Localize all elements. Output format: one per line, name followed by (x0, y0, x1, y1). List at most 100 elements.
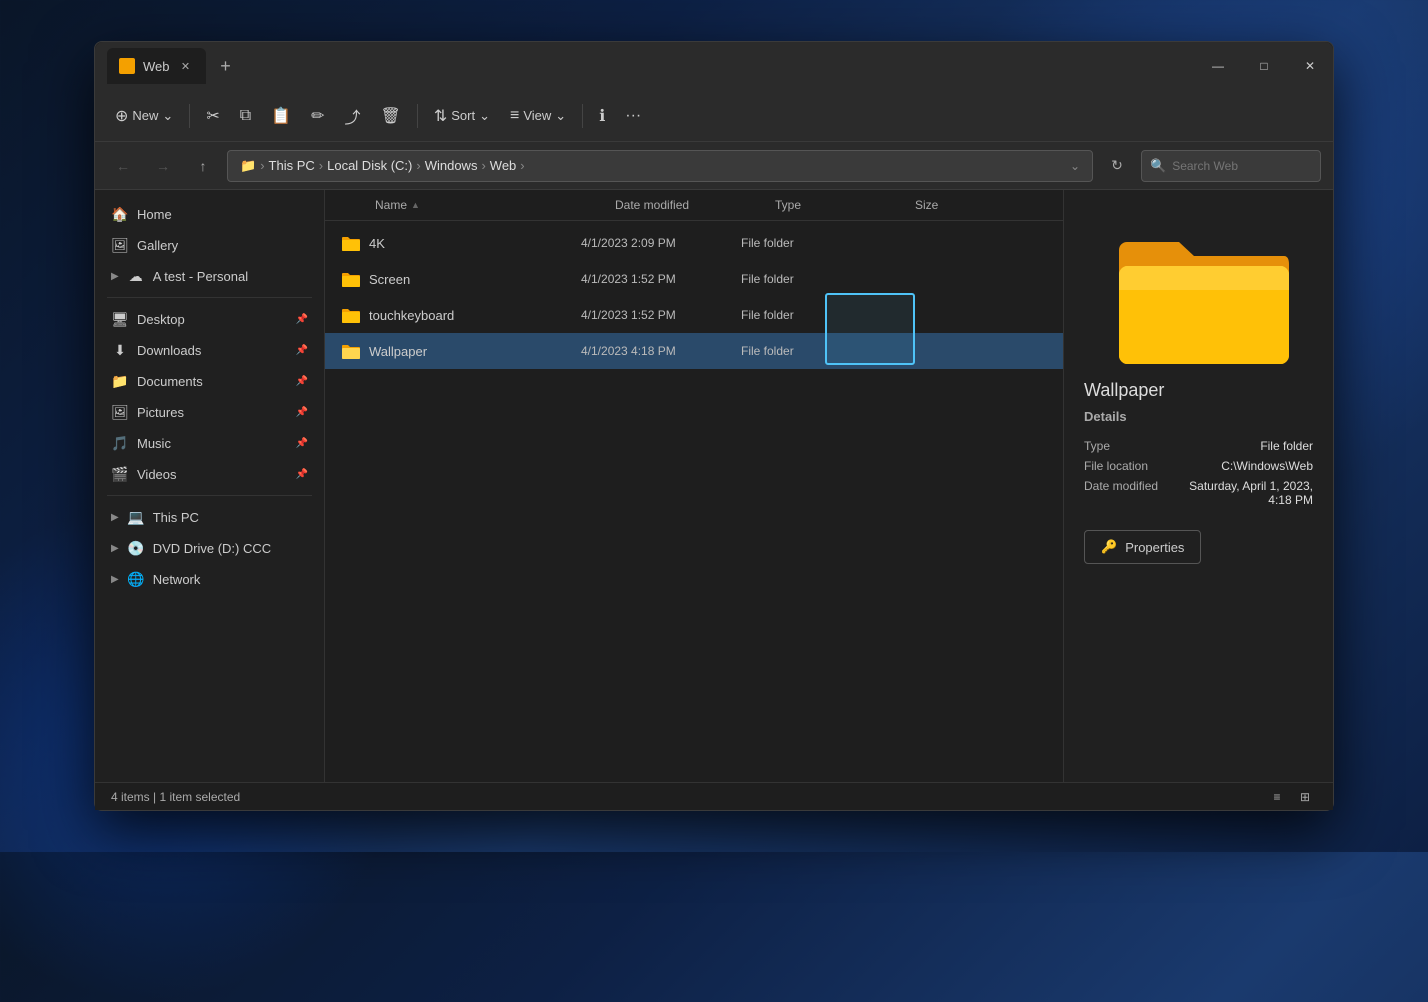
more-button[interactable]: ··· (617, 98, 649, 134)
tab-title: Web (143, 59, 170, 74)
thispc-expand-icon: ▶ (111, 512, 119, 523)
toolbar-separator-1 (189, 104, 190, 128)
status-info: 4 items | 1 item selected (111, 790, 240, 804)
file-list: 4K 4/1/2023 2:09 PM File folder Screen 4… (325, 221, 1063, 782)
cut-icon: ✂ (206, 106, 219, 126)
preview-date-val-2: 4:18 PM (1189, 493, 1313, 507)
search-input[interactable] (1172, 159, 1327, 173)
table-row[interactable]: 4K 4/1/2023 2:09 PM File folder (325, 225, 1063, 261)
sidebar-item-gallery[interactable]: 🖼 Gallery (99, 230, 320, 260)
pin-icon-music: 📌 (296, 438, 308, 449)
thispc-icon: 💻 (127, 508, 145, 526)
sidebar-item-desktop[interactable]: 🖥 Desktop 📌 (99, 304, 320, 334)
network-expand-icon: ▶ (111, 574, 119, 585)
refresh-button[interactable]: ↻ (1101, 150, 1133, 182)
sidebar-item-music[interactable]: 🎵 Music 📌 (99, 428, 320, 458)
table-row[interactable]: Screen 4/1/2023 1:52 PM File folder (325, 261, 1063, 297)
forward-button[interactable]: → (147, 150, 179, 182)
sidebar-item-atest[interactable]: ▶ ☁ A test - Personal (99, 261, 320, 291)
properties-button[interactable]: 🔑 Properties (1084, 530, 1201, 564)
table-row[interactable]: touchkeyboard 4/1/2023 1:52 PM File fold… (325, 297, 1063, 333)
pin-icon-documents: 📌 (296, 376, 308, 387)
sidebar-item-videos[interactable]: 🎬 Videos 📌 (99, 459, 320, 489)
file-name-4k: 4K (369, 236, 581, 251)
column-header-size[interactable]: Size (907, 194, 987, 216)
file-type-4k: File folder (741, 236, 881, 250)
file-header: Name ▲ Date modified Type Size (325, 190, 1063, 221)
rename-button[interactable]: ✏ (303, 98, 332, 134)
preview-date-val: Saturday, April 1, 2023, 4:18 PM (1189, 479, 1313, 507)
address-input[interactable]: 📁 › This PC › Local Disk (C:) › Windows … (227, 150, 1093, 182)
sidebar-label-home: Home (137, 207, 172, 222)
status-bar: 4 items | 1 item selected ≡ ⊞ (95, 782, 1333, 810)
minimize-button[interactable]: — (1195, 50, 1241, 82)
sidebar-item-home[interactable]: 🏠 Home (99, 199, 320, 229)
delete-button[interactable]: 🗑 (373, 98, 409, 134)
dvd-expand-icon: ▶ (111, 543, 119, 554)
breadcrumb: 📁 › This PC › Local Disk (C:) › Windows … (240, 158, 525, 174)
preview-panel: Wallpaper Details Type File folder File … (1063, 190, 1333, 782)
file-date-screen: 4/1/2023 1:52 PM (581, 272, 741, 286)
cut-button[interactable]: ✂ (198, 98, 227, 134)
sidebar-label-gallery: Gallery (137, 238, 178, 253)
pin-icon-videos: 📌 (296, 469, 308, 480)
view-button[interactable]: ≡ View ⌄ (502, 98, 574, 134)
sort-arrow-name: ▲ (411, 200, 420, 210)
file-type-touchkeyboard: File folder (741, 308, 881, 322)
sort-button[interactable]: ⇅ Sort ⌄ (426, 98, 498, 134)
sidebar-item-dvd[interactable]: ▶ 💿 DVD Drive (D:) CCC (99, 533, 320, 563)
tab-close-button[interactable]: ✕ (178, 58, 194, 74)
file-name-screen: Screen (369, 272, 581, 287)
sidebar-label-desktop: Desktop (137, 312, 185, 327)
sidebar-item-documents[interactable]: 📁 Documents 📌 (99, 366, 320, 396)
properties-icon: 🔑 (1101, 539, 1117, 555)
file-date-4k: 4/1/2023 2:09 PM (581, 236, 741, 250)
table-row[interactable]: Wallpaper 4/1/2023 4:18 PM File folder (325, 333, 1063, 369)
dvd-icon: 💿 (127, 539, 145, 557)
tab-folder-icon (119, 58, 135, 74)
sidebar-label-thispc: This PC (153, 510, 199, 525)
preview-location-key: File location (1084, 459, 1148, 473)
column-header-type[interactable]: Type (767, 194, 907, 216)
sidebar-divider-1 (107, 297, 312, 298)
column-header-name[interactable]: Name ▲ (367, 194, 607, 216)
up-button[interactable]: ↑ (187, 150, 219, 182)
title-bar: Web ✕ + — □ ✕ (95, 42, 1333, 90)
documents-icon: 📁 (111, 372, 129, 390)
column-header-date[interactable]: Date modified (607, 194, 767, 216)
sidebar-item-downloads[interactable]: ⬇ Downloads 📌 (99, 335, 320, 365)
sidebar-item-network[interactable]: ▶ 🌐 Network (99, 564, 320, 594)
address-dropdown-icon[interactable]: ⌄ (1070, 159, 1080, 173)
file-type-wallpaper: File folder (741, 344, 881, 358)
sidebar-item-pictures[interactable]: 🖼 Pictures 📌 (99, 397, 320, 427)
sidebar-item-thispc[interactable]: ▶ 💻 This PC (99, 502, 320, 532)
preview-name: Wallpaper (1064, 380, 1333, 409)
sidebar-label-pictures: Pictures (137, 405, 184, 420)
network-icon: 🌐 (127, 570, 145, 588)
paste-button[interactable]: 📋 (263, 98, 299, 134)
back-button[interactable]: ← (107, 150, 139, 182)
copy-icon: ⧉ (240, 107, 251, 125)
preview-detail-location: File location C:\Windows\Web (1064, 456, 1333, 476)
close-button[interactable]: ✕ (1287, 50, 1333, 82)
share-button[interactable]: ⤴ (337, 98, 369, 134)
details-button[interactable]: ℹ (591, 98, 613, 134)
new-tab-button[interactable]: + (210, 50, 242, 82)
sort-chevron: ⌄ (479, 108, 490, 124)
maximize-button[interactable]: □ (1241, 50, 1287, 82)
share-icon: ⤴ (345, 104, 361, 128)
pin-icon-desktop: 📌 (296, 314, 308, 325)
list-view-button[interactable]: ≡ (1265, 787, 1289, 807)
details-icon: ℹ (599, 106, 605, 126)
tab-web[interactable]: Web ✕ (107, 48, 206, 84)
new-button[interactable]: ⊕ New ⌄ (107, 98, 181, 134)
sidebar-divider-2 (107, 495, 312, 496)
content-area: 🏠 Home 🖼 Gallery ▶ ☁ A test - Personal 🖥… (95, 190, 1333, 782)
details-view-button[interactable]: ⊞ (1293, 787, 1317, 807)
search-box[interactable]: 🔍 (1141, 150, 1321, 182)
downloads-icon: ⬇ (111, 341, 129, 359)
copy-button[interactable]: ⧉ (232, 98, 259, 134)
tab-area: Web ✕ + (107, 42, 1195, 90)
file-explorer-window: Web ✕ + — □ ✕ ⊕ New ⌄ ✂ ⧉ 📋 ✏ (94, 41, 1334, 811)
preview-type-key: Type (1084, 439, 1110, 453)
